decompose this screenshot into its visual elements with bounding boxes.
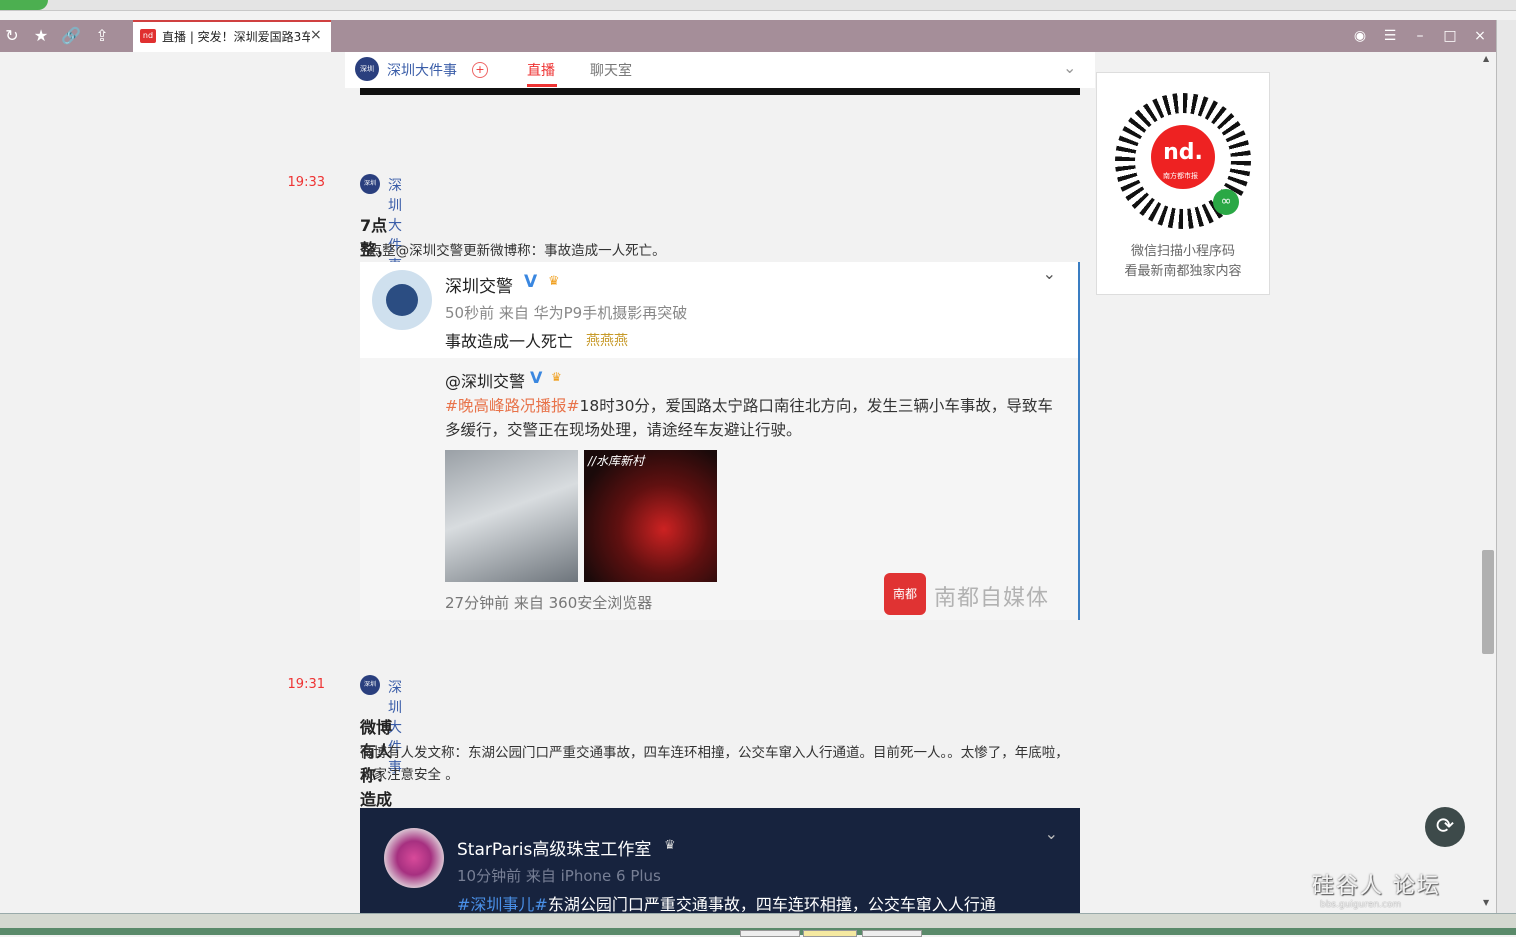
media-watermark: 南都自媒体 xyxy=(934,586,1050,611)
mini-program-icon: ∞ xyxy=(1213,189,1239,215)
verified-badge-icon: V xyxy=(530,368,543,387)
weibo-meta: 10分钟前 来自 iPhone 6 Plus xyxy=(457,867,661,885)
taskbar xyxy=(0,913,1516,937)
nd-favicon-icon: nd xyxy=(140,29,156,43)
post-body: 微博有人发文称：东湖公园门口严重交通事故，四车连环相撞，公交车窜入人行通道。目前… xyxy=(360,745,1069,783)
follow-plus-icon[interactable]: + xyxy=(472,62,488,78)
tab-close-icon[interactable]: × xyxy=(310,27,322,43)
weibo-text: #深圳事儿#东湖公园门口严重交通事故，四车连环相撞，公交车窜入人行通 xyxy=(457,891,996,913)
previous-image-bottom xyxy=(360,88,1080,95)
qr-line1: 微信扫描小程序码 xyxy=(1130,244,1235,259)
browser-tab-bar: ↻ ★ 🔗 ⇪ nd 直播 | 突发！深圳爱国路3车 × ◉ ☰ – □ × xyxy=(0,20,1496,52)
maximize-icon[interactable]: □ xyxy=(1440,26,1460,46)
weibo-footer: 27分钟前 来自 360安全浏览器 xyxy=(445,594,653,612)
source-logo-icon: 深圳 xyxy=(360,675,380,695)
browser-tab-active[interactable]: nd 直播 | 突发！深圳爱国路3车 × xyxy=(133,20,331,52)
weibo-username: 深圳交警 xyxy=(445,277,513,297)
search-icon[interactable]: ◉ xyxy=(1350,26,1370,46)
repost-username: @深圳交警 xyxy=(445,372,526,391)
link-icon[interactable]: 🔗 xyxy=(61,26,81,46)
chevron-down-icon: ⌄ xyxy=(1042,264,1056,283)
minimize-icon[interactable]: – xyxy=(1410,26,1430,46)
weibo-meta: 50秒前 来自 华为P9手机摄影再突破 xyxy=(445,304,688,322)
crown-icon: ♛ xyxy=(548,274,560,289)
window-right-edge xyxy=(1496,20,1516,920)
tab-live-underline xyxy=(527,84,557,87)
qr-line2: 看最新南都独家内容 xyxy=(1124,264,1242,279)
chevron-down-icon[interactable]: ⌄ xyxy=(1063,58,1076,77)
flower-avatar-icon xyxy=(384,828,444,888)
candle-emoji: 燕燕燕 xyxy=(586,333,628,349)
tab-live[interactable]: 直播 xyxy=(527,60,555,80)
share-icon[interactable]: ⇪ xyxy=(92,26,112,46)
nd-logo-caption: 南方都市报 xyxy=(1163,172,1198,180)
source-logo-icon: 深圳 xyxy=(360,174,380,194)
weibo-content: 东湖公园门口严重交通事故，四车连环相撞，公交车窜入人行通 xyxy=(547,895,996,913)
scrollbar-thumb[interactable] xyxy=(1482,550,1494,654)
repost-hashtag: #晚高峰路况播报# xyxy=(445,397,580,415)
menu-icon[interactable]: ☰ xyxy=(1380,26,1400,46)
qr-code[interactable]: nd. 南方都市报 ∞ xyxy=(1115,93,1251,229)
traffic-photo xyxy=(584,450,717,582)
weibo-screenshot-embed[interactable]: StarParis高级珠宝工作室 ♛ 10分钟前 来自 iPhone 6 Plu… xyxy=(360,808,1080,913)
weibo-text: 事故造成一人死亡 xyxy=(445,332,574,351)
forum-watermark-site: bbs.guiguren.com xyxy=(1320,900,1402,910)
crown-icon: ♛ xyxy=(664,838,676,853)
crown-icon: ♛ xyxy=(551,370,562,384)
tab-chatroom[interactable]: 聊天室 xyxy=(590,60,632,80)
account-logo-icon: 深圳 xyxy=(355,57,379,81)
window-close-icon[interactable]: × xyxy=(1470,26,1490,46)
repost-text: #晚高峰路况播报#18时30分，爱国路太宁路口南往北方向，发生三辆小车事故，导致… xyxy=(445,394,1065,442)
weibo-hashtag: #深圳事儿# xyxy=(457,895,548,913)
nandu-logo-icon: 南都 xyxy=(884,573,926,615)
refresh-float-button[interactable]: ⟳ xyxy=(1425,807,1465,847)
chevron-down-icon: ⌄ xyxy=(1044,824,1058,843)
account-name[interactable]: 深圳大件事 xyxy=(387,60,457,80)
weibo-username: StarParis高级珠宝工作室 xyxy=(457,840,652,860)
verified-badge-icon: V xyxy=(524,272,538,292)
bookmark-star-icon[interactable]: ★ xyxy=(31,26,51,46)
post-time: 19:31 xyxy=(287,677,325,692)
photo-caption: //水库新村 xyxy=(588,454,645,468)
refresh-icon[interactable]: ↻ xyxy=(2,26,22,46)
post-time: 19:33 xyxy=(287,175,325,190)
os-top-strip xyxy=(0,0,1516,11)
green-indicator xyxy=(0,0,48,10)
mini-program-qr-panel: nd. 南方都市报 ∞ 微信扫描小程序码 看最新南都独家内容 xyxy=(1096,72,1270,295)
police-avatar-icon xyxy=(372,270,432,330)
scroll-down-arrow-icon[interactable]: ▼ xyxy=(1483,898,1489,907)
post-body: 7点整@深圳交警更新微博称：事故造成一人死亡。 xyxy=(360,243,666,259)
tab-title: 直播 | 突发！深圳爱国路3车 xyxy=(162,30,310,44)
page-scrollbar[interactable]: ▲ ▼ xyxy=(1480,52,1496,912)
scroll-up-arrow-icon[interactable]: ▲ xyxy=(1483,54,1489,63)
accident-photo xyxy=(445,450,578,582)
weibo-screenshot-embed[interactable]: 深圳交警 V ♛ 50秒前 来自 华为P9手机摄影再突破 事故造成一人死亡 燕燕… xyxy=(360,262,1080,620)
live-header: 深圳 深圳大件事 + 直播 聊天室 ⌄ xyxy=(345,52,1095,88)
forum-watermark: 硅谷人 论坛 xyxy=(1312,874,1441,899)
